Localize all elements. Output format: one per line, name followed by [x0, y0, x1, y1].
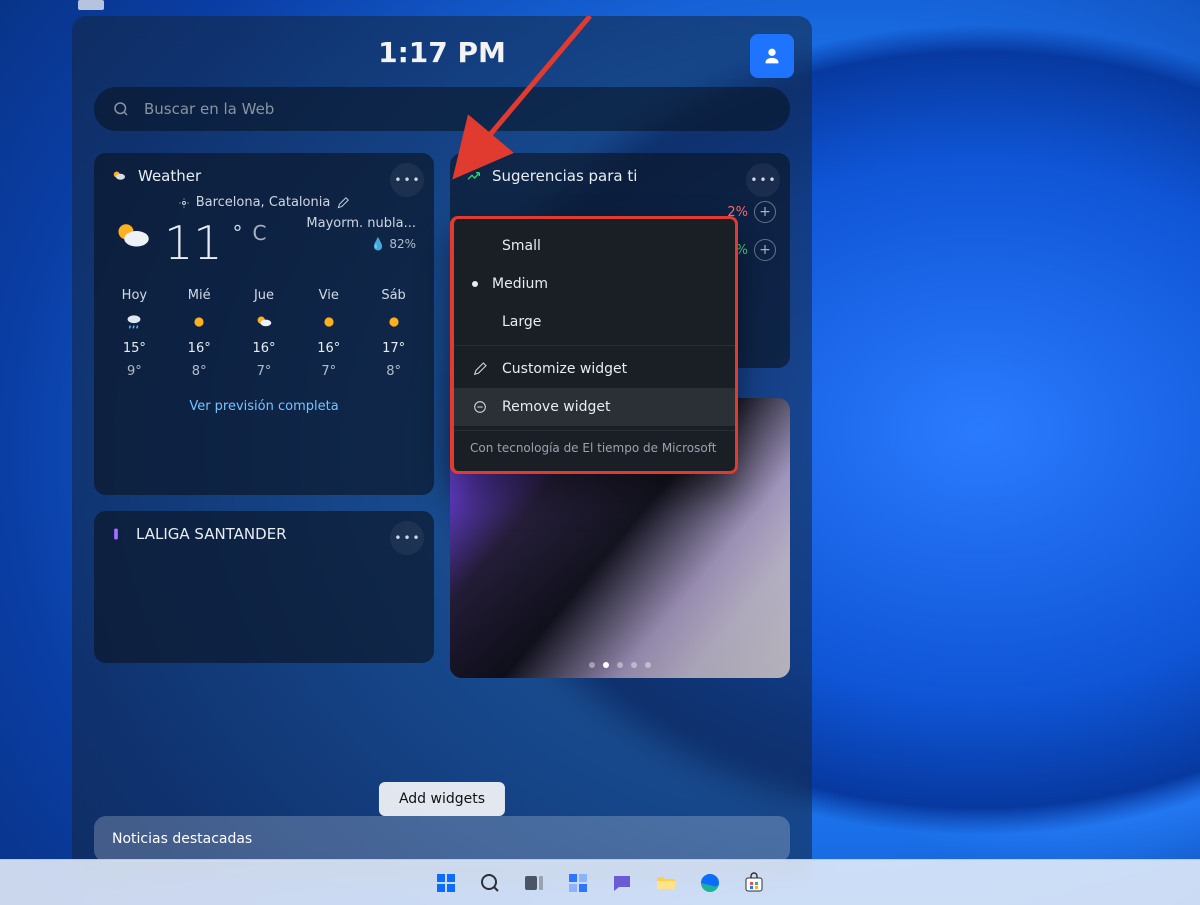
forecast-day[interactable]: Vie 16° 7°: [296, 288, 361, 379]
forecast-day-label: Hoy: [122, 288, 147, 303]
taskbar-widgets[interactable]: [561, 866, 595, 900]
taskbar-taskview[interactable]: [517, 866, 551, 900]
taskbar-chat[interactable]: [605, 866, 639, 900]
search-icon: [112, 100, 130, 118]
menu-label: Remove widget: [502, 399, 610, 415]
person-icon: [761, 45, 783, 67]
drop-icon: 💧: [371, 237, 386, 251]
weather-more-button[interactable]: [390, 163, 424, 197]
weather-widget: Weather Barcelona, Catalonia 11 ° C Mayo…: [94, 153, 434, 495]
widgets-icon: [566, 871, 590, 895]
weather-title: Weather: [138, 167, 201, 185]
forecast-day-label: Sáb: [381, 288, 405, 303]
menu-remove-widget[interactable]: Remove widget: [454, 388, 735, 426]
forecast-day[interactable]: Mié 16° 8°: [167, 288, 232, 379]
panel-time: 1:17 PM: [94, 36, 790, 69]
taskbar-store[interactable]: [737, 866, 771, 900]
forecast-lo: 7°: [321, 364, 336, 379]
add-widgets-button[interactable]: Add widgets: [379, 782, 505, 816]
forecast-day[interactable]: Hoy 15° 9°: [102, 288, 167, 379]
menu-size-large[interactable]: Large: [454, 303, 735, 341]
forecast-day-label: Vie: [319, 288, 339, 303]
search-input[interactable]: [144, 100, 772, 118]
forecast-day-label: Mié: [188, 288, 211, 303]
menu-separator: [454, 345, 735, 346]
widgets-panel: 1:17 PM Weather Barcelona, Catalonia: [72, 16, 812, 880]
add-button[interactable]: +: [754, 239, 776, 261]
laliga-title: LALIGA SANTANDER: [136, 525, 287, 543]
pencil-icon: [472, 361, 488, 377]
partly-cloudy-icon: [112, 216, 154, 258]
sun-icon: [383, 311, 405, 333]
sport-icon: [110, 526, 126, 542]
forecast-lo: 8°: [192, 364, 207, 379]
menu-size-medium[interactable]: Medium: [454, 265, 735, 303]
weather-icon: [110, 167, 128, 185]
weather-unit: C: [253, 221, 267, 245]
rain-icon: [123, 311, 145, 333]
forecast-hi: 16°: [188, 341, 211, 356]
laliga-widget: LALIGA SANTANDER: [94, 511, 434, 663]
remove-icon: [472, 399, 488, 415]
add-button[interactable]: +: [754, 201, 776, 223]
forecast-hi: 16°: [317, 341, 340, 356]
edge-icon: [698, 871, 722, 895]
suggestions-title: Sugerencias para ti: [492, 167, 637, 185]
menu-label: Customize widget: [502, 361, 627, 377]
weather-deg-symbol: °: [233, 221, 243, 245]
taskbar-start[interactable]: [429, 866, 463, 900]
forecast-day-label: Jue: [254, 288, 274, 303]
slideshow-dots[interactable]: [450, 662, 790, 668]
taskview-icon: [522, 871, 546, 895]
search-icon: [478, 871, 502, 895]
laliga-more-button[interactable]: [390, 521, 424, 555]
menu-label: Medium: [492, 276, 548, 292]
forecast-hi: 17°: [382, 341, 405, 356]
news-title: Noticias destacadas: [112, 831, 252, 847]
pencil-icon[interactable]: [336, 196, 350, 210]
forecast-row: Hoy 15° 9° Mié 16° 8° Jue 16°: [94, 278, 434, 393]
store-icon: [742, 871, 766, 895]
menu-size-small[interactable]: Small: [454, 227, 735, 265]
trend-up-icon: [466, 168, 482, 184]
desktop-wallpaper: 1:17 PM Weather Barcelona, Catalonia: [0, 0, 1200, 905]
weather-location: Barcelona, Catalonia: [196, 195, 331, 210]
sun-icon: [188, 311, 210, 333]
forecast-hi: 16°: [252, 341, 275, 356]
weather-full-forecast-link[interactable]: Ver previsión completa: [94, 393, 434, 426]
taskbar: [0, 859, 1200, 905]
search-bar[interactable]: [94, 87, 790, 131]
forecast-day[interactable]: Jue 16° 7°: [232, 288, 297, 379]
menu-customize-widget[interactable]: Customize widget: [454, 350, 735, 388]
menu-label: Small: [502, 238, 541, 254]
weather-location-row[interactable]: Barcelona, Catalonia: [94, 195, 434, 210]
taskbar-explorer[interactable]: [649, 866, 683, 900]
forecast-day[interactable]: Sáb 17° 8°: [361, 288, 426, 379]
widget-context-menu: Small Medium Large Customize widget Remo…: [450, 216, 738, 474]
featured-news-bar[interactable]: Noticias destacadas: [94, 816, 790, 862]
windows-icon: [434, 871, 458, 895]
menu-label: Large: [502, 314, 541, 330]
partly-icon: [253, 311, 275, 333]
sun-icon: [318, 311, 340, 333]
menu-footer: Con tecnología de El tiempo de Microsoft: [454, 430, 735, 461]
taskbar-search[interactable]: [473, 866, 507, 900]
location-icon: [178, 197, 190, 209]
forecast-lo: 8°: [386, 364, 401, 379]
forecast-lo: 9°: [127, 364, 142, 379]
taskbar-edge[interactable]: [693, 866, 727, 900]
weather-condition: Mayorm. nubla...: [306, 216, 416, 231]
folder-icon: [654, 871, 678, 895]
weather-temp: 11: [164, 216, 223, 270]
suggestions-more-button[interactable]: [746, 163, 780, 197]
weather-humidity: 82%: [389, 237, 416, 251]
forecast-hi: 15°: [123, 341, 146, 356]
forecast-lo: 7°: [257, 364, 272, 379]
selected-dot-icon: [472, 281, 478, 287]
profile-button[interactable]: [750, 34, 794, 78]
chat-icon: [610, 871, 634, 895]
